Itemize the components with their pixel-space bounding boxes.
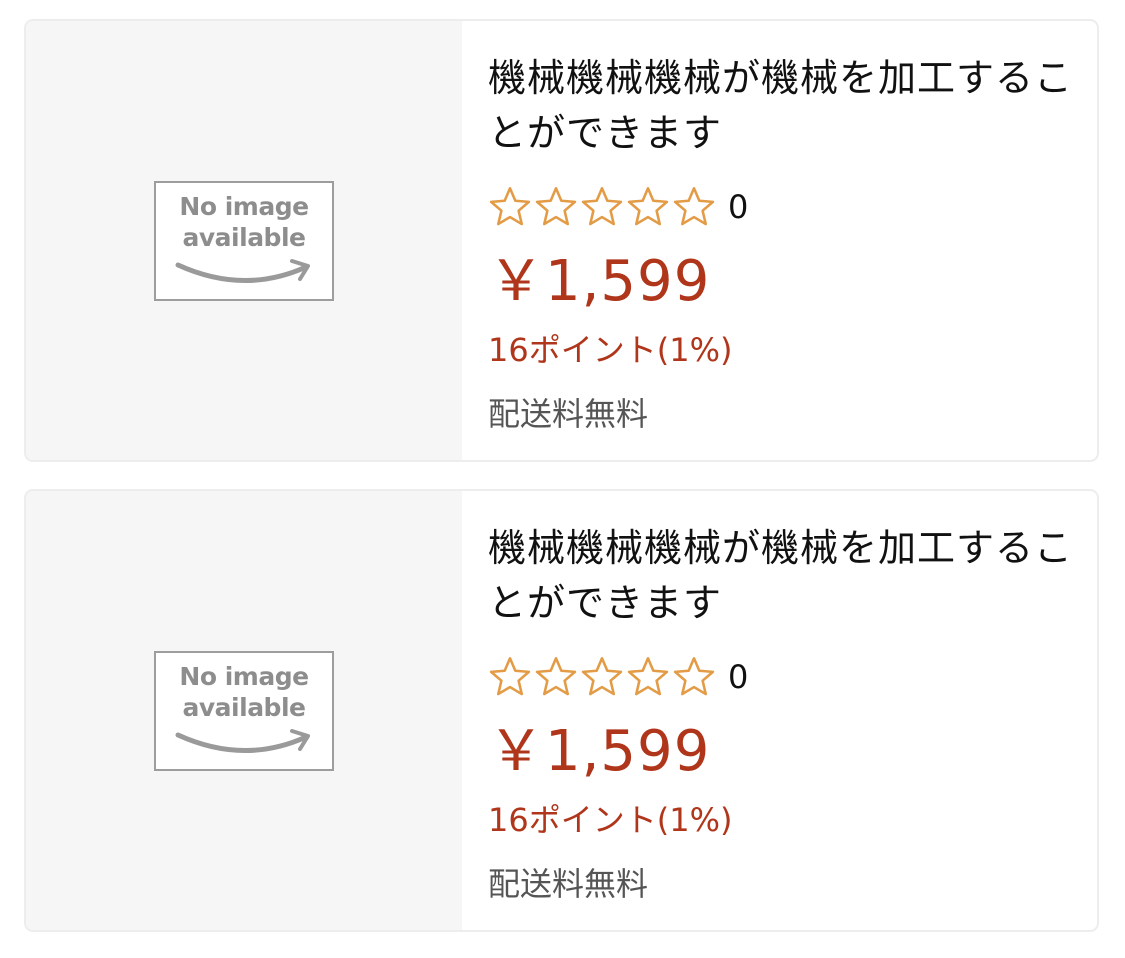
star-outline-icon bbox=[673, 657, 715, 696]
no-image-label: No image available bbox=[179, 192, 309, 252]
star-outline-icon bbox=[581, 657, 623, 696]
no-image-placeholder: No image available bbox=[154, 181, 334, 301]
product-card[interactable]: No image available 機械機械機械が機械を加工することができます… bbox=[24, 19, 1099, 462]
star-outline-icon bbox=[535, 187, 577, 226]
product-price: ￥1,599 bbox=[488, 249, 711, 314]
smile-arrow-icon bbox=[175, 259, 310, 283]
star-outline-icon bbox=[627, 657, 669, 696]
shipping-info: 配送料無料 bbox=[488, 865, 649, 903]
smile-arrow-icon bbox=[175, 729, 310, 753]
product-title[interactable]: 機械機械機械が機械を加工することができます bbox=[488, 521, 1088, 631]
shipping-info: 配送料無料 bbox=[488, 395, 649, 433]
star-outline-icon bbox=[489, 657, 531, 696]
star-outline-icon bbox=[627, 187, 669, 226]
rating-count: 0 bbox=[728, 658, 749, 696]
rating[interactable]: 0 bbox=[488, 181, 748, 233]
star-outline-icon bbox=[535, 657, 577, 696]
star-outline-icon bbox=[489, 187, 531, 226]
rating[interactable]: 0 bbox=[488, 651, 748, 703]
rating-count: 0 bbox=[728, 188, 749, 226]
star-outline-icon bbox=[581, 187, 623, 226]
product-image-area[interactable]: No image available bbox=[26, 21, 462, 460]
product-price: ￥1,599 bbox=[488, 719, 711, 784]
product-points: 16ポイント(1%) bbox=[488, 331, 733, 369]
product-title[interactable]: 機械機械機械が機械を加工することができます bbox=[488, 51, 1088, 161]
no-image-label: No image available bbox=[179, 662, 309, 722]
product-card[interactable]: No image available 機械機械機械が機械を加工することができます… bbox=[24, 489, 1099, 932]
product-points: 16ポイント(1%) bbox=[488, 801, 733, 839]
no-image-placeholder: No image available bbox=[154, 651, 334, 771]
star-outline-icon bbox=[673, 187, 715, 226]
product-image-area[interactable]: No image available bbox=[26, 491, 462, 930]
